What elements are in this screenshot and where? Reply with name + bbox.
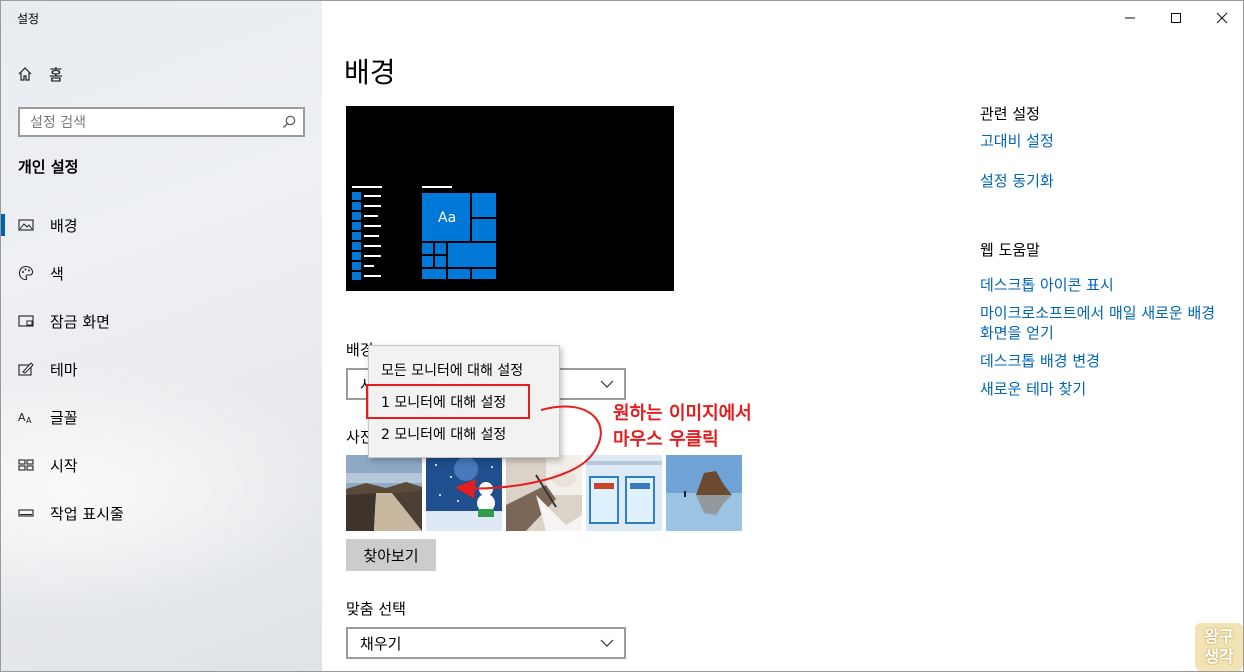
settings-window: 설정 홈 설정 검색 개인 설정 배경 색 잠금 화면 테마 A A 글꼴 시작… xyxy=(0,0,1244,672)
search-placeholder: 설정 검색 xyxy=(30,115,86,131)
close-icon xyxy=(1216,12,1228,24)
maximize-button[interactable] xyxy=(1153,1,1199,35)
web-help-heading: 웹 도움말 xyxy=(980,241,1040,259)
sidebar-item-label: 글꼴 xyxy=(50,408,78,427)
lock-screen-icon xyxy=(18,313,34,329)
app-title: 설정 xyxy=(17,12,40,26)
sidebar-item-background[interactable]: 배경 xyxy=(1,201,322,249)
annotation-line-2: 마우스 우클릭 xyxy=(613,429,719,450)
minimize-button[interactable] xyxy=(1107,1,1153,35)
fit-select-value: 채우기 xyxy=(360,634,402,653)
nav-home-label: 홈 xyxy=(49,65,63,84)
sidebar-item-label: 색 xyxy=(50,264,64,283)
annotation-line-1: 원하는 이미지에서 xyxy=(613,403,752,424)
sidebar-item-label: 시작 xyxy=(50,456,78,475)
chevron-down-icon xyxy=(600,639,614,647)
sidebar-item-label: 작업 표시줄 xyxy=(50,504,124,523)
desktop-preview: Aa xyxy=(346,106,674,291)
menu-item-all-monitors[interactable]: 모든 모니터에 대해 설정 xyxy=(369,354,559,386)
sidebar-item-taskbar[interactable]: 작업 표시줄 xyxy=(1,489,322,537)
search-icon xyxy=(281,114,297,130)
sidebar-item-label: 테마 xyxy=(50,360,78,379)
find-themes-link[interactable]: 새로운 테마 찾기 xyxy=(980,379,1230,399)
watermark-line-1: 왕구 xyxy=(1204,627,1234,646)
sync-settings-link[interactable]: 설정 동기화 xyxy=(980,171,1230,191)
thumbnail-hanok-road[interactable] xyxy=(346,455,422,531)
start-grid-icon xyxy=(18,457,34,473)
picture-icon xyxy=(18,217,34,233)
nav-home[interactable]: 홈 xyxy=(17,63,63,85)
sidebar: 설정 홈 설정 검색 개인 설정 배경 색 잠금 화면 테마 A A 글꼴 시작… xyxy=(1,1,322,671)
sidebar-item-label: 잠금 화면 xyxy=(50,312,110,331)
main-pane: 배경 Aa 배경 사진 찾아보기 맞춤 선택 채우기 관련 설정 고대비 설정 … xyxy=(322,1,1243,671)
fit-label: 맞춤 선택 xyxy=(346,600,406,618)
taskbar-icon xyxy=(18,505,34,521)
sidebar-item-start[interactable]: 시작 xyxy=(1,441,322,489)
minimize-icon xyxy=(1125,17,1135,19)
fit-select[interactable]: 채우기 xyxy=(346,627,626,659)
svg-text:A: A xyxy=(26,416,32,425)
search-input[interactable]: 설정 검색 xyxy=(18,107,305,137)
window-controls xyxy=(1107,1,1243,35)
change-background-link[interactable]: 데스크톱 배경 변경 xyxy=(980,351,1230,371)
sidebar-item-lock-screen[interactable]: 잠금 화면 xyxy=(1,297,322,345)
section-title: 개인 설정 xyxy=(18,158,79,176)
font-icon: AA xyxy=(18,409,34,425)
watermark-line-2: 생각 xyxy=(1204,647,1234,666)
maximize-icon xyxy=(1171,13,1181,23)
close-button[interactable] xyxy=(1199,1,1243,35)
desktop-icons-link[interactable]: 데스크톱 아이콘 표시 xyxy=(980,275,1230,295)
page-title: 배경 xyxy=(344,56,396,89)
high-contrast-link[interactable]: 고대비 설정 xyxy=(980,131,1230,151)
annotation-text: 원하는 이미지에서 마우스 우클릭 xyxy=(613,401,752,453)
daily-wallpaper-link[interactable]: 마이크로소프트에서 매일 새로운 배경 화면을 얻기 xyxy=(980,303,1230,343)
sidebar-item-fonts[interactable]: AA 글꼴 xyxy=(1,393,322,441)
preview-tile-text: Aa xyxy=(438,210,457,226)
sidebar-item-themes[interactable]: 테마 xyxy=(1,345,322,393)
palette-icon xyxy=(18,265,34,281)
home-icon xyxy=(17,66,33,82)
watermark-logo: 왕구 생각 xyxy=(1195,623,1243,671)
sidebar-item-label: 배경 xyxy=(50,216,78,235)
desktop-preview-graphic xyxy=(352,186,496,280)
svg-text:A: A xyxy=(18,411,26,424)
sidebar-item-color[interactable]: 색 xyxy=(1,249,322,297)
browse-button[interactable]: 찾아보기 xyxy=(346,539,436,571)
annotation-arrow xyxy=(455,405,602,499)
thumbnail-beach-rocks[interactable] xyxy=(666,455,742,531)
chevron-down-icon xyxy=(600,380,614,388)
related-settings-heading: 관련 설정 xyxy=(980,105,1040,123)
theme-brush-icon xyxy=(18,361,34,377)
nav-list: 배경 색 잠금 화면 테마 A A 글꼴 시작 작업 표시줄 xyxy=(1,201,322,537)
